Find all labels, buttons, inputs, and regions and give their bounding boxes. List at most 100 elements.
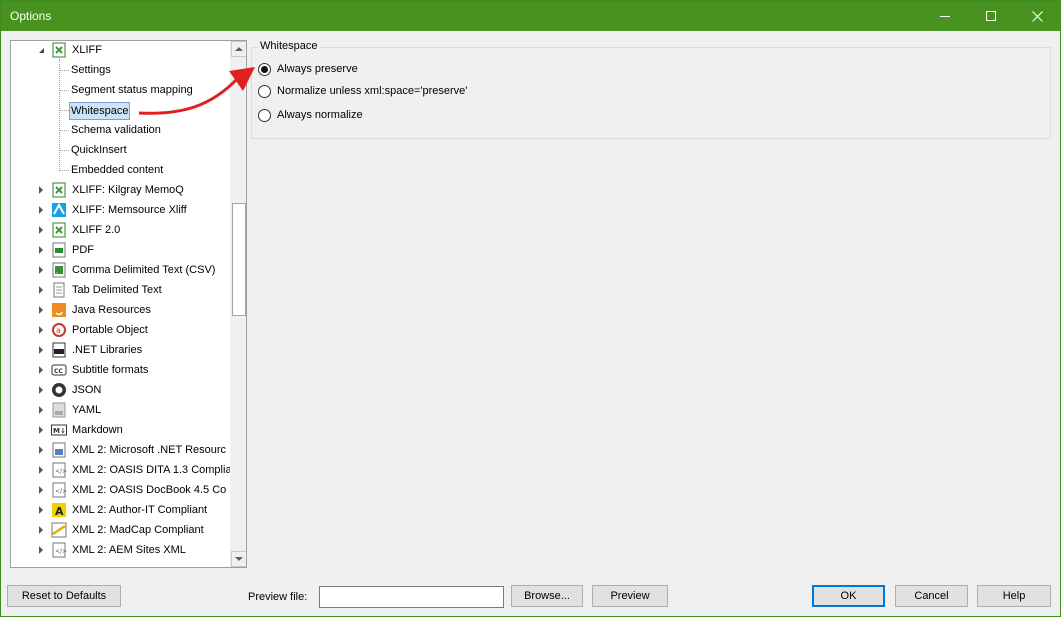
tree-item[interactable]: XLIFF: Kilgray MemoQ [11,181,230,199]
tree-connector [60,70,69,71]
ok-button[interactable]: OK [812,585,885,607]
collapsed-triangle-icon [39,226,43,234]
collapsed-triangle-icon [39,466,43,474]
xml-file-icon: </> [51,462,67,478]
expand-toggle[interactable] [37,206,45,214]
java-icon [51,302,67,318]
tree-item[interactable]: CC Subtitle formats [11,361,230,379]
arrow-up-icon [235,47,243,51]
expand-toggle[interactable] [37,526,45,534]
close-button[interactable] [1014,1,1060,31]
collapsed-triangle-icon [39,426,43,434]
tree-item-label: YAML [72,404,102,416]
collapsed-triangle-icon [39,406,43,414]
tree-item-label: Settings [71,64,111,76]
scroll-up-button[interactable] [231,41,246,57]
subtitle-icon: CC [51,362,67,378]
preview-file-label: Preview file: [248,591,308,603]
tree-item[interactable]: Embedded content [11,161,230,179]
dotnet-icon [51,342,67,358]
expand-toggle[interactable] [37,446,45,454]
tree-item-label: Schema validation [71,124,161,136]
svg-text:A: A [55,505,64,518]
scroll-thumb[interactable] [232,203,246,316]
scroll-down-button[interactable] [231,551,246,567]
xml-file-icon: </> [51,542,67,558]
collapsed-triangle-icon [39,326,43,334]
radio-selected-dot [261,65,268,73]
preview-button[interactable]: Preview [592,585,668,607]
expand-toggle[interactable] [37,486,45,494]
tree-item[interactable]: QuickInsert [11,141,230,159]
tree-item[interactable]: Java Resources [11,301,230,319]
cancel-button[interactable]: Cancel [895,585,968,607]
expand-toggle[interactable] [37,466,45,474]
svg-text:a: a [56,326,61,335]
tree-item-label: Markdown [72,424,123,436]
tree-item[interactable]: , Comma Delimited Text (CSV) [11,261,230,279]
maximize-button[interactable] [968,1,1014,31]
tree-item[interactable]: PDF [11,241,230,259]
tree-item-label: Whitespace [69,102,131,120]
collapsed-triangle-icon [39,546,43,554]
svg-text:</>: </> [55,468,67,475]
expand-toggle[interactable] [37,386,45,394]
expand-toggle[interactable] [37,306,45,314]
tree-item[interactable]: </> XML 2: OASIS DITA 1.3 Complia [11,461,230,479]
tree-item[interactable]: XLIFF: Memsource Xliff [11,201,230,219]
expand-toggle[interactable] [37,246,45,254]
expand-toggle[interactable] [37,226,45,234]
xliff-icon [51,222,67,238]
expand-toggle[interactable] [37,366,45,374]
expand-toggle[interactable] [37,546,45,554]
tree-item[interactable]: Schema validation [11,121,230,139]
expand-toggle[interactable] [37,186,45,194]
browse-button[interactable]: Browse... [511,585,583,607]
svg-text:CC: CC [54,368,63,375]
tree-item[interactable]: XML 2: MadCap Compliant [11,521,230,539]
minimize-button[interactable] [922,1,968,31]
expand-toggle[interactable] [37,286,45,294]
collapsed-triangle-icon [39,246,43,254]
tree-item[interactable]: XML 2: Microsoft .NET Resourc [11,441,230,459]
tree-connector [60,110,69,111]
reset-to-defaults-button[interactable]: Reset to Defaults [7,585,121,607]
tree-item-label: XLIFF: Memsource Xliff [72,204,187,216]
title-bar[interactable]: Options [1,1,1060,31]
expand-toggle[interactable] [37,426,45,434]
radio-always-normalize[interactable]: Always normalize [258,107,363,123]
radio-normalize-unless-preserve[interactable]: Normalize unless xml:space='preserve' [258,83,467,99]
expand-toggle[interactable] [37,266,45,274]
tree-item[interactable]: </> XML 2: AEM Sites XML [11,541,230,559]
expand-toggle[interactable] [37,406,45,414]
tree-item[interactable]: JSON [11,381,230,399]
radio-always-preserve[interactable]: Always preserve [258,61,358,77]
tree-item-label: PDF [72,244,94,256]
text-file-icon [51,282,67,298]
tree-item[interactable]: .NET Libraries [11,341,230,359]
help-button[interactable]: Help [977,585,1051,607]
preview-file-input[interactable] [319,586,504,608]
tree-connector [59,59,60,171]
tree-item-label: Java Resources [72,304,151,316]
collapsed-triangle-icon [39,266,43,274]
tree-item[interactable]: YAML [11,401,230,419]
window-title: Options [10,9,52,23]
collapsed-triangle-icon [39,346,43,354]
xliff-icon [51,42,67,58]
tree-item[interactable]: M↓ Markdown [11,421,230,439]
whitespace-group-title: Whitespace [258,40,320,52]
collapse-toggle[interactable] [37,46,45,54]
tree-item[interactable]: a Portable Object [11,321,230,339]
collapsed-triangle-icon [39,506,43,514]
tree-item[interactable]: A XML 2: Author-IT Compliant [11,501,230,519]
tree-item[interactable]: XLIFF 2.0 [11,221,230,239]
expand-toggle[interactable] [37,346,45,354]
collapsed-triangle-icon [39,366,43,374]
tree-item[interactable]: Tab Delimited Text [11,281,230,299]
expand-toggle[interactable] [37,326,45,334]
tree-item[interactable]: XLIFF [11,41,230,59]
expand-toggle[interactable] [37,506,45,514]
tree-item[interactable]: </> XML 2: OASIS DocBook 4.5 Co [11,481,230,499]
svg-text:</>: </> [55,488,67,495]
